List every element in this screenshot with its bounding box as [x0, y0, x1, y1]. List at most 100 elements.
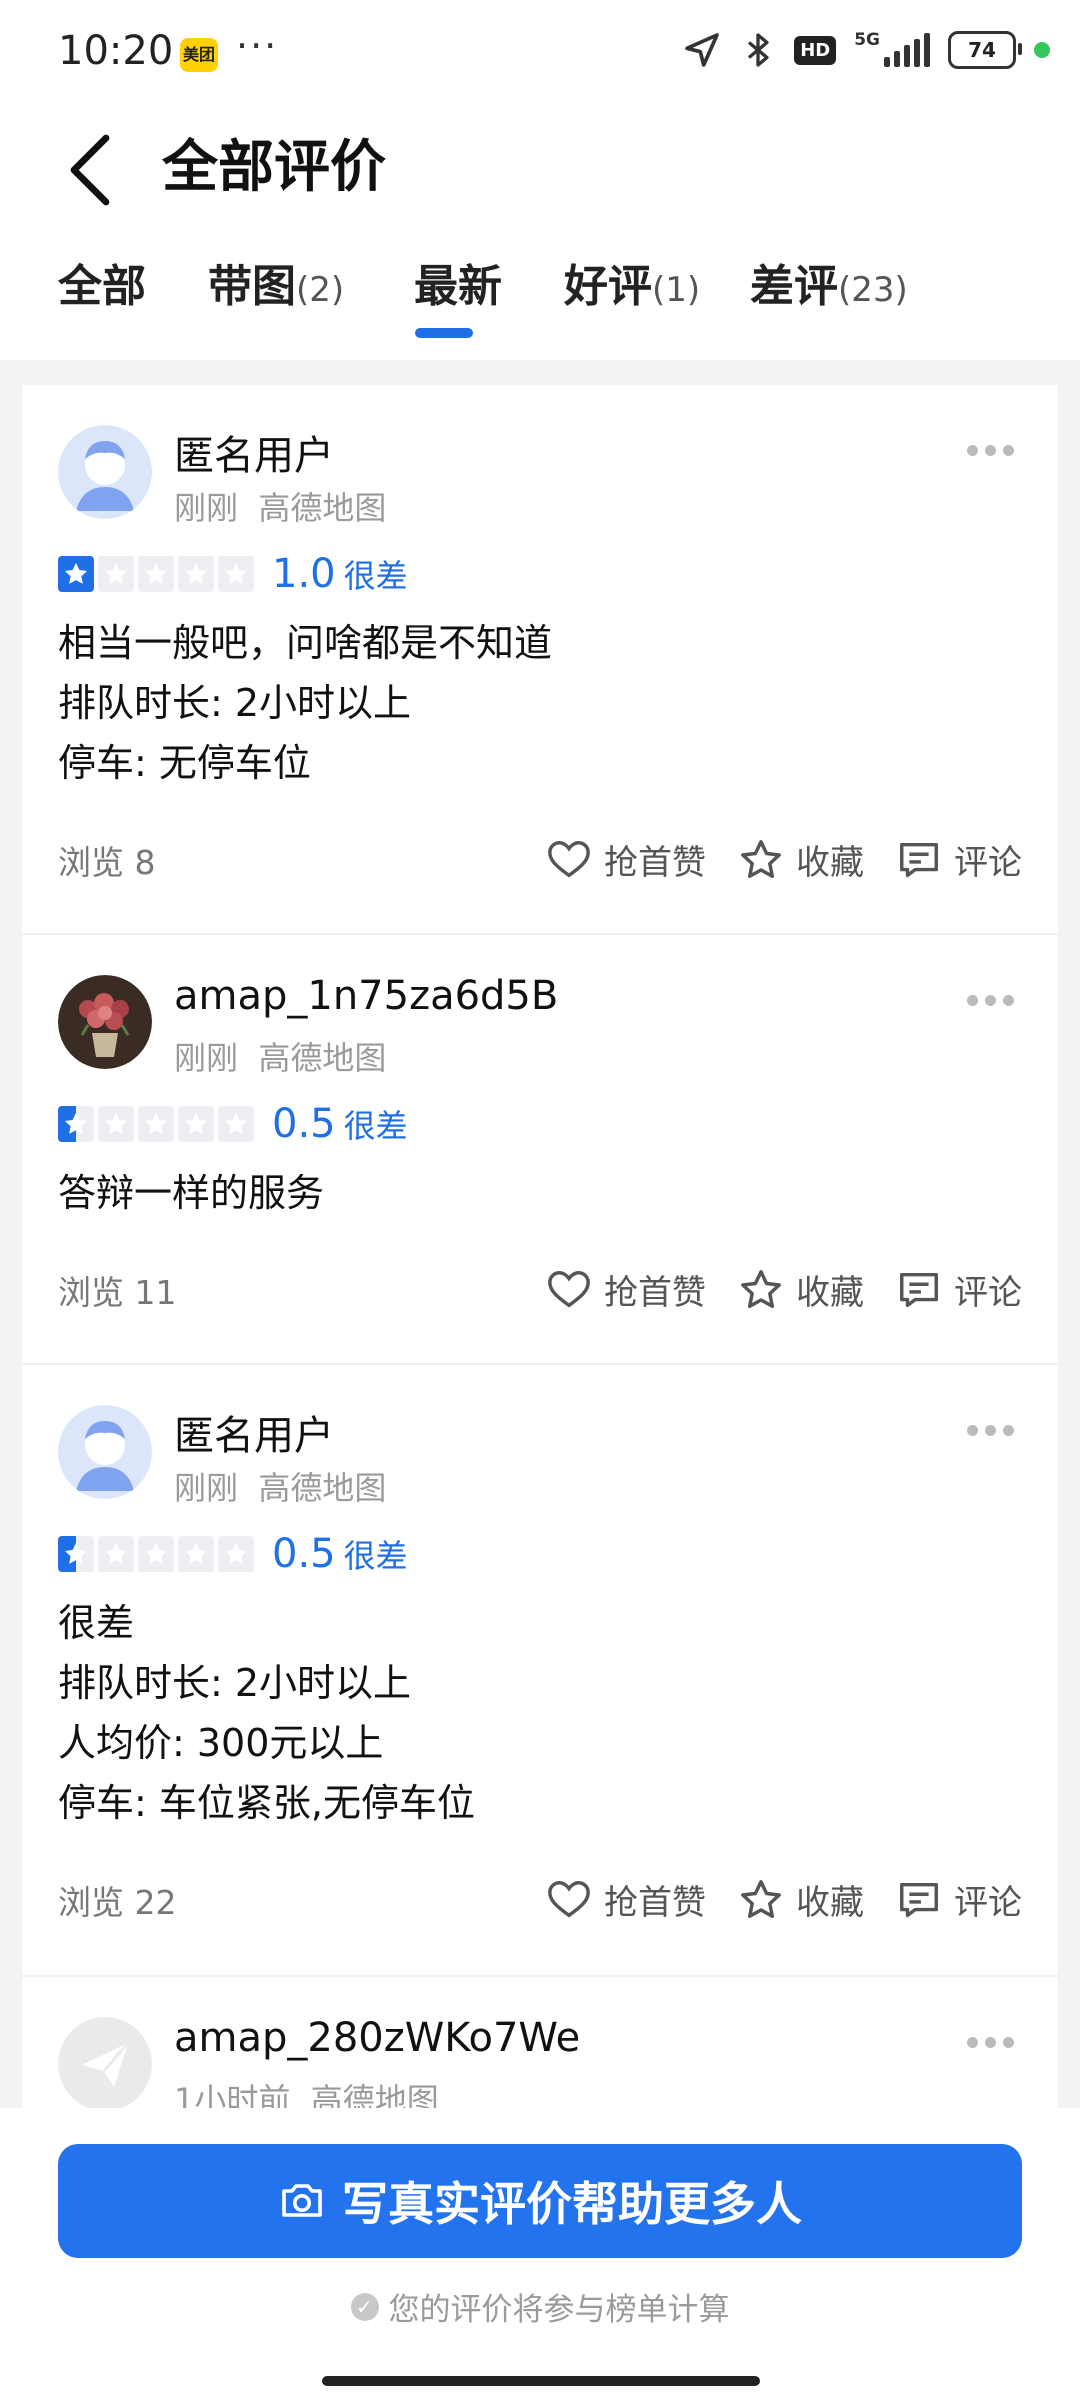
rating-star-icon — [138, 556, 174, 592]
check-shield-icon: ✓ — [350, 2292, 379, 2321]
review-line: 很差 — [58, 1601, 135, 1645]
heart-icon — [548, 1880, 590, 1917]
like-button[interactable]: 抢首赞 — [546, 835, 706, 884]
more-options-icon[interactable] — [967, 995, 1014, 1006]
rating-level: 很差 — [343, 1107, 408, 1145]
comment-icon — [900, 1272, 938, 1307]
ranking-note: ✓ 您的评价将参与榜单计算 — [0, 2284, 1080, 2329]
comment-button[interactable]: 评论 — [896, 1875, 1022, 1924]
review-source: 高德地图 — [258, 1039, 387, 1077]
rating-star-icon — [138, 1536, 174, 1572]
favorite-button[interactable]: 收藏 — [738, 1875, 864, 1924]
rating-star-icon — [218, 1106, 254, 1142]
review-line: 答辩一样的服务 — [58, 1171, 325, 1215]
favorite-button[interactable]: 收藏 — [738, 835, 864, 884]
rating: 0.5 很差 — [58, 1101, 408, 1147]
rating-star-icon — [178, 556, 214, 592]
review-content: 很差 排队时长: 2小时以上 人均价: 300元以上 停车: 车位紧张,无停车位 — [58, 1593, 475, 1833]
like-button[interactable]: 抢首赞 — [546, 1265, 706, 1314]
tab-latest[interactable]: 最新 — [414, 250, 564, 314]
review-time: 刚刚 — [174, 1039, 239, 1077]
write-review-button[interactable]: 写真实评价帮助更多人 — [58, 2144, 1022, 2258]
review-list: 匿名用户 刚刚 高德地图 1.0 很差 相当一般吧，问啥都是不知道 排队时长: … — [22, 385, 1058, 2129]
review-footer: 浏览 8 抢首赞 收藏 评论 — [58, 835, 1022, 884]
bluetooth-icon — [740, 30, 776, 70]
star-outline-icon — [741, 1879, 781, 1918]
tab-label: 差评 — [750, 261, 838, 312]
review-line: 排队时长: 2小时以上 — [58, 681, 412, 725]
rating-star-icon — [98, 1106, 134, 1142]
favorite-button[interactable]: 收藏 — [738, 1265, 864, 1314]
rating-score: 0.5 — [272, 1531, 336, 1577]
home-indicator[interactable] — [322, 2376, 760, 2386]
signal-icon: 5G — [854, 32, 930, 67]
review-card: 匿名用户 刚刚 高德地图 1.0 很差 相当一般吧，问啥都是不知道 排队时长: … — [22, 385, 1058, 935]
tab-positive[interactable]: 好评 (1) — [564, 250, 750, 314]
more-options-icon[interactable] — [967, 445, 1014, 456]
rating-star-icon — [98, 556, 134, 592]
rating: 1.0 很差 — [58, 551, 408, 597]
tab-label: 全部 — [58, 261, 146, 312]
star-rating — [58, 556, 254, 592]
camera-icon — [282, 2184, 322, 2217]
view-count: 浏览 8 — [58, 842, 156, 882]
more-options-icon[interactable] — [967, 1425, 1014, 1436]
favorite-label: 收藏 — [796, 1883, 864, 1923]
rating: 0.5 很差 — [58, 1531, 408, 1577]
location-arrow-icon — [682, 30, 722, 70]
tab-count: (1) — [652, 270, 701, 310]
rating-score: 0.5 — [272, 1101, 336, 1147]
star-rating — [58, 1106, 254, 1142]
comment-label: 评论 — [954, 1273, 1022, 1313]
comment-icon — [900, 842, 938, 877]
star-outline-icon — [741, 1269, 781, 1308]
battery-icon: 74 — [948, 31, 1022, 69]
hd-icon: HD — [794, 35, 837, 65]
like-label: 抢首赞 — [604, 1883, 706, 1923]
back-button[interactable] — [62, 130, 122, 210]
status-time: 10:20 — [58, 28, 174, 74]
star-outline-icon — [741, 839, 781, 878]
tab-all[interactable]: 全部 — [58, 250, 208, 314]
more-options-icon[interactable] — [967, 2037, 1014, 2048]
comment-label: 评论 — [954, 843, 1022, 883]
review-content: 相当一般吧，问啥都是不知道 排队时长: 2小时以上 停车: 无停车位 — [58, 613, 552, 793]
rating-level: 很差 — [343, 1537, 408, 1575]
review-meta: 刚刚 高德地图 — [174, 1033, 386, 1079]
username: 匿名用户 — [174, 1413, 334, 1459]
comment-button[interactable]: 评论 — [896, 835, 1022, 884]
rating-star-icon — [218, 1536, 254, 1572]
rating-star-icon — [178, 1106, 214, 1142]
active-tab-indicator — [415, 328, 473, 338]
review-line: 停车: 车位紧张,无停车位 — [58, 1781, 475, 1825]
comment-label: 评论 — [954, 1883, 1022, 1923]
rating-star-icon — [98, 1536, 134, 1572]
tab-negative[interactable]: 差评 (23) — [750, 250, 908, 314]
like-button[interactable]: 抢首赞 — [546, 1875, 706, 1924]
tab-label: 最新 — [414, 261, 502, 312]
username: amap_1n75za6d5B — [174, 973, 559, 1019]
review-tabs: 全部 带图 (2) 最新 好评 (1) 差评 (23) — [58, 250, 908, 314]
review-card: 匿名用户 刚刚 高德地图 0.5 很差 很差 排队时长: 2小时以上 人均价: … — [22, 1365, 1058, 1977]
page-title: 全部评价 — [162, 135, 386, 200]
rating-star-icon — [58, 1106, 94, 1142]
rating-star-icon — [58, 1536, 94, 1572]
review-source: 高德地图 — [258, 489, 387, 527]
comment-button[interactable]: 评论 — [896, 1265, 1022, 1314]
status-bar: 10:20 美团 ··· HD 5G 74 — [0, 0, 1080, 110]
rating-star-icon — [178, 1536, 214, 1572]
tab-count: (2) — [296, 270, 345, 310]
privacy-dot-icon — [1034, 42, 1050, 58]
header: 全部评价 全部 带图 (2) 最新 好评 (1) 差评 (23) — [0, 110, 1080, 360]
review-time: 刚刚 — [174, 1469, 239, 1507]
review-line: 人均价: 300元以上 — [58, 1721, 384, 1765]
favorite-label: 收藏 — [796, 843, 864, 883]
review-meta: 刚刚 高德地图 — [174, 1463, 386, 1509]
tab-with-photos[interactable]: 带图 (2) — [208, 250, 414, 314]
meituan-app-icon: 美团 — [180, 38, 218, 72]
bottom-bar: 写真实评价帮助更多人 ✓ 您的评价将参与榜单计算 — [0, 2108, 1080, 2400]
review-card: amap_1n75za6d5B 刚刚 高德地图 0.5 很差 答辩一样的服务 浏… — [22, 935, 1058, 1365]
avatar — [58, 1405, 152, 1499]
avatar — [58, 425, 152, 519]
favorite-label: 收藏 — [796, 1273, 864, 1313]
